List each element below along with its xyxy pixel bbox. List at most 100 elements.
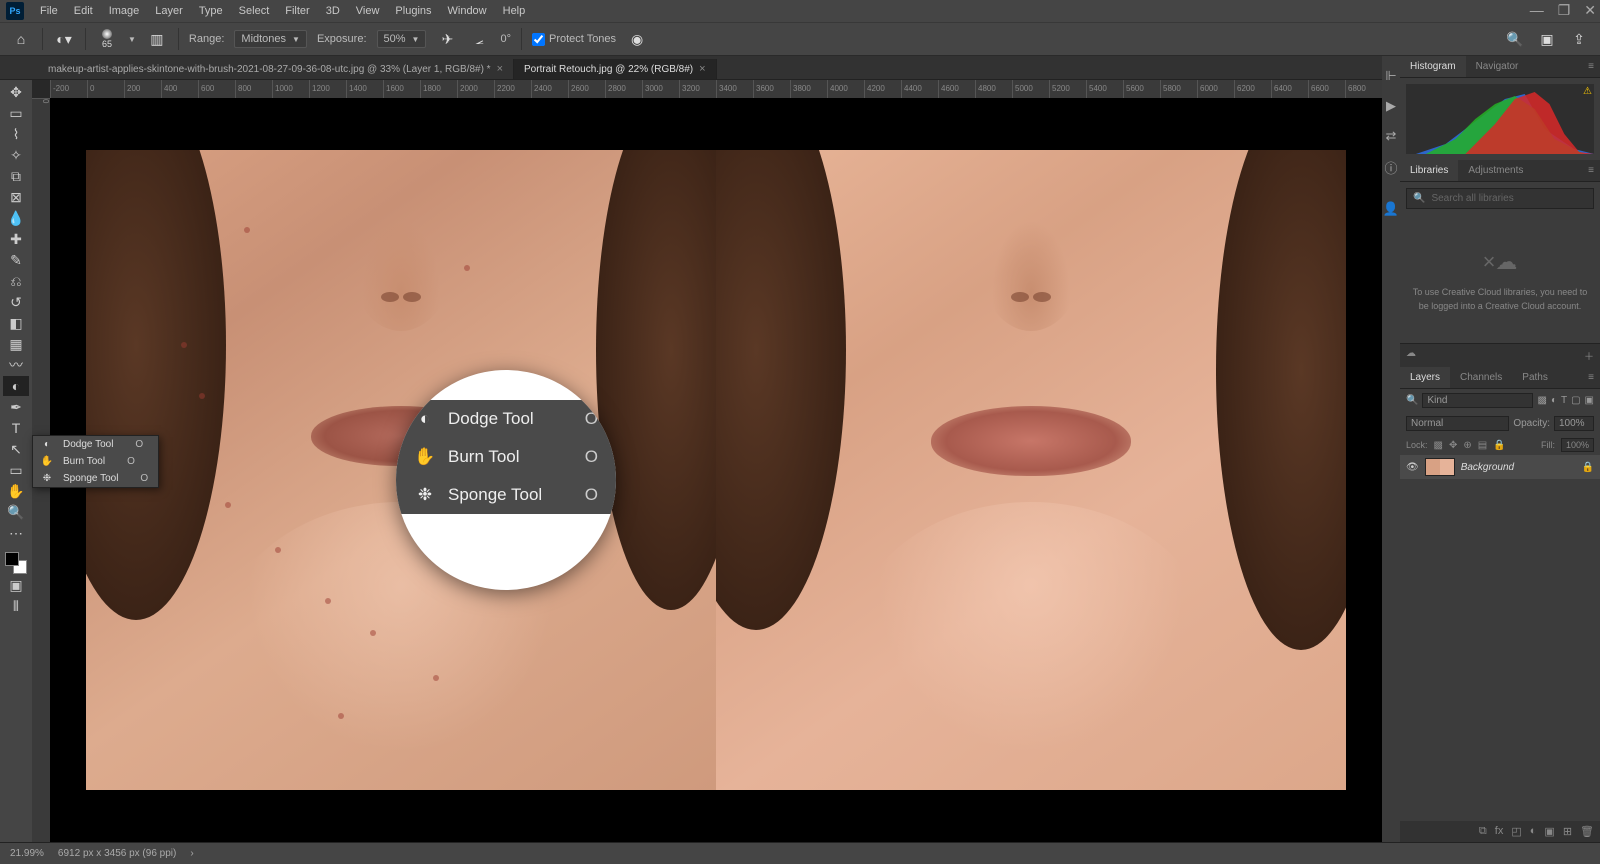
tab-navigator[interactable]: Navigator [1466, 56, 1529, 77]
flyout-sponge[interactable]: ❉Sponge ToolO [33, 470, 158, 487]
fx-icon[interactable]: fx [1495, 825, 1504, 838]
pressure-icon[interactable]: ◉ [626, 28, 648, 50]
blur-tool[interactable]: 〰 [3, 355, 29, 375]
layer-name[interactable]: Background [1461, 462, 1514, 473]
color-swatches[interactable] [5, 552, 27, 574]
menu-3d[interactable]: 3D [318, 5, 348, 17]
wand-tool[interactable]: ✧ [3, 145, 29, 165]
flyout-burn[interactable]: ✋Burn ToolO [33, 453, 158, 470]
menu-select[interactable]: Select [231, 5, 278, 17]
cloud-status-icon[interactable]: ☁ [1406, 348, 1416, 363]
chevron-down-icon[interactable]: ▼ [128, 35, 136, 44]
panel-menu-icon[interactable]: ≡ [1582, 367, 1600, 388]
restore-icon[interactable]: ❐ [1558, 2, 1571, 19]
exposure-select[interactable]: 50%▼ [377, 30, 427, 48]
frame-tool[interactable]: ⊠ [3, 187, 29, 207]
link-icon[interactable]: ⧉ [1479, 825, 1487, 838]
info-icon[interactable]: ⓘ [1384, 158, 1397, 177]
menu-file[interactable]: File [32, 5, 66, 17]
doc-dimensions[interactable]: 6912 px x 3456 px (96 ppi) [58, 848, 176, 859]
filter-shape-icon[interactable]: ▢ [1571, 395, 1580, 406]
tab-paths[interactable]: Paths [1512, 367, 1558, 388]
zoom-tool[interactable]: 🔍 [3, 502, 29, 522]
lasso-tool[interactable]: ⌇ [3, 124, 29, 144]
menu-plugins[interactable]: Plugins [387, 5, 439, 17]
flyout-dodge[interactable]: ◐Dodge ToolO [33, 436, 158, 453]
new-layer-icon[interactable]: ⊞ [1563, 825, 1572, 838]
eraser-tool[interactable]: ◧ [3, 313, 29, 333]
kind-select[interactable]: Kind [1422, 393, 1533, 408]
airbrush-icon[interactable]: ✈ [436, 28, 458, 50]
menu-view[interactable]: View [348, 5, 388, 17]
mask-icon[interactable]: ◰ [1511, 825, 1521, 838]
lock-artboard-icon[interactable]: ⊕ [1463, 440, 1471, 451]
tab-libraries[interactable]: Libraries [1400, 160, 1458, 181]
type-tool[interactable]: T [3, 418, 29, 438]
protect-tones-checkbox[interactable]: Protect Tones [532, 33, 616, 46]
tab-close-icon[interactable]: × [699, 63, 705, 75]
history-brush-tool[interactable]: ↺ [3, 292, 29, 312]
stamp-tool[interactable]: ⎌ [3, 271, 29, 291]
layer-thumbnail[interactable] [1425, 458, 1455, 476]
angle-value[interactable]: 0° [500, 33, 511, 45]
tab-adjustments[interactable]: Adjustments [1458, 160, 1533, 181]
add-icon[interactable]: ＋ [1584, 348, 1594, 363]
doc-tab-2[interactable]: Portrait Retouch.jpg @ 22% (RGB/8#)× [514, 59, 717, 79]
tab-layers[interactable]: Layers [1400, 367, 1450, 388]
doc-tab-1[interactable]: makeup-artist-applies-skintone-with-brus… [38, 59, 514, 79]
panel-menu-icon[interactable]: ≡ [1582, 56, 1600, 77]
lock-all-icon[interactable]: 🔒 [1493, 440, 1505, 451]
blend-select[interactable]: Normal [1406, 416, 1509, 431]
lock-position-icon[interactable]: ✥ [1449, 440, 1457, 451]
tab-close-icon[interactable]: × [497, 63, 503, 75]
lock-icon[interactable]: 🔒 [1582, 462, 1594, 473]
edit-toolbar[interactable]: ⋯ [3, 523, 29, 543]
quickmask-tool[interactable]: ▣ [3, 575, 29, 595]
eyedropper-tool[interactable]: 💧 [3, 208, 29, 228]
home-icon[interactable]: ⌂ [10, 28, 32, 50]
adjust-icon[interactable]: ⊩ [1385, 68, 1396, 84]
canvas[interactable]: ◐Dodge ToolO ✋Burn ToolO ❉Sponge ToolO [50, 98, 1382, 842]
gradient-tool[interactable]: ▦ [3, 334, 29, 354]
close-icon[interactable]: ✕ [1584, 2, 1596, 19]
fill-value[interactable]: 100% [1561, 438, 1594, 452]
filter-type-icon[interactable]: T [1561, 395, 1567, 406]
protect-tones-input[interactable] [532, 33, 545, 46]
filter-adjust-icon[interactable]: ◐ [1551, 395, 1557, 406]
group-icon[interactable]: ▣ [1544, 825, 1554, 838]
filter-pixel-icon[interactable]: ▩ [1537, 395, 1546, 406]
pen-tool[interactable]: ✒ [3, 397, 29, 417]
search-icon[interactable]: 🔍 [1504, 28, 1526, 50]
tab-histogram[interactable]: Histogram [1400, 56, 1466, 77]
share-icon[interactable]: ⇪ [1568, 28, 1590, 50]
path-tool[interactable]: ↖ [3, 439, 29, 459]
trash-icon[interactable]: 🗑 [1580, 825, 1594, 838]
filter-icon[interactable]: 🔍 [1406, 395, 1418, 406]
library-search[interactable]: 🔍 Search all libraries [1406, 188, 1594, 209]
menu-window[interactable]: Window [440, 5, 495, 17]
dodge-tool[interactable]: ◐ [3, 376, 29, 396]
hand-tool[interactable]: ✋ [3, 481, 29, 501]
warning-icon[interactable]: ⚠ [1583, 86, 1592, 97]
menu-layer[interactable]: Layer [147, 5, 191, 17]
panel-menu-icon[interactable]: ≡ [1582, 160, 1600, 181]
shape-tool[interactable]: ▭ [3, 460, 29, 480]
brush-panel-icon[interactable]: ▥ [146, 28, 168, 50]
menu-filter[interactable]: Filter [277, 5, 317, 17]
visibility-icon[interactable]: 👁 [1406, 462, 1419, 473]
chevron-right-icon[interactable]: › [190, 848, 193, 859]
people-icon[interactable]: 👤 [1383, 201, 1399, 217]
lock-nest-icon[interactable]: ▤ [1478, 440, 1487, 451]
opacity-value[interactable]: 100% [1554, 416, 1594, 431]
play-icon[interactable]: ▶ [1386, 98, 1396, 114]
zoom-value[interactable]: 21.99% [10, 848, 44, 859]
menu-image[interactable]: Image [101, 5, 148, 17]
move-tool[interactable]: ✥ [3, 82, 29, 102]
brush-tool[interactable]: ✎ [3, 250, 29, 270]
heal-tool[interactable]: ✚ [3, 229, 29, 249]
ruler-horizontal[interactable]: -200020040060080010001200140016001800200… [50, 80, 1382, 98]
tool-preset-icon[interactable]: ◐▾ [53, 28, 75, 50]
workspace-icon[interactable]: ▣ [1536, 28, 1558, 50]
minimize-icon[interactable]: — [1530, 2, 1544, 19]
sliders-icon[interactable]: ⇄ [1386, 128, 1397, 144]
